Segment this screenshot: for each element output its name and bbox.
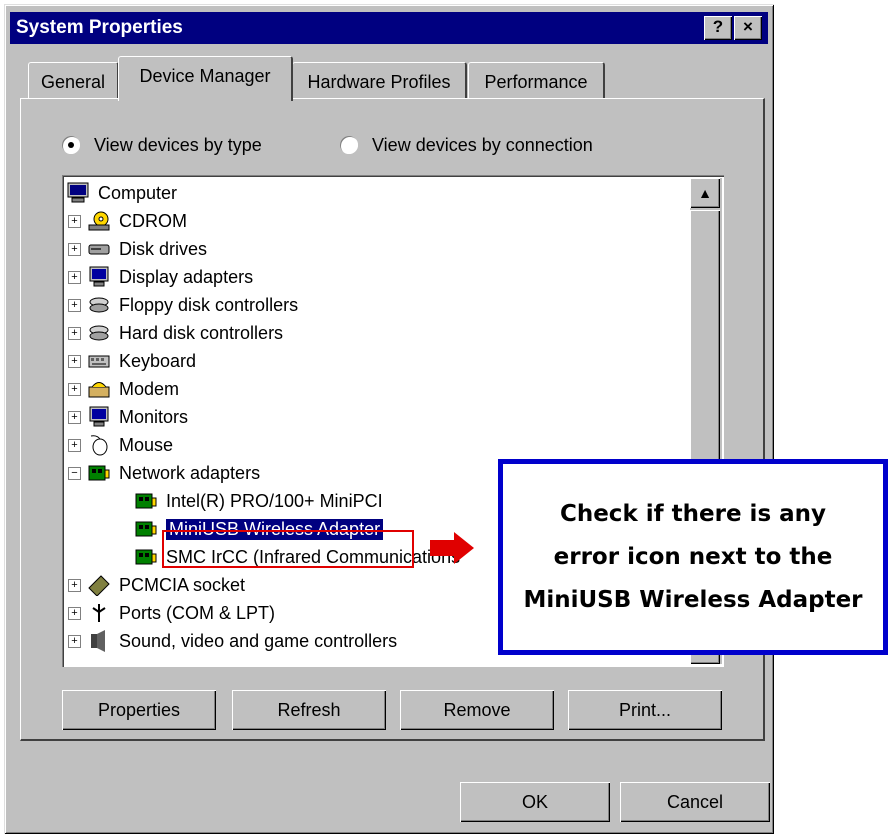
tab-general[interactable]: General [28,62,119,101]
tree-item[interactable]: + PCMCIA socket [68,571,245,599]
tree-item-label: Ports (COM & LPT) [119,602,276,623]
expand-icon[interactable]: + [68,326,81,340]
tree-item[interactable]: + Floppy disk controllers [68,291,298,319]
tree-item-label: Hard disk controllers [119,322,284,343]
modem-icon [88,382,110,398]
network-adapter-icon [88,465,110,481]
expand-icon[interactable]: + [68,242,81,256]
tree-item-label: Mouse [119,434,174,455]
view-by-type-radio[interactable]: View devices by type [62,130,262,160]
tree-item-label: PCMCIA socket [119,574,246,595]
tree-item[interactable]: + Sound, video and game controllers [68,627,397,655]
view-by-connection-label: View devices by connection [372,134,593,155]
scroll-up-icon[interactable]: ▲ [690,178,720,208]
radio-checked-icon [62,136,80,154]
expand-icon[interactable]: + [68,410,81,424]
tree-item-label: Network adapters [119,462,261,483]
tab-performance[interactable]: Performance [468,62,605,101]
tree-item[interactable]: + Monitors [68,403,188,431]
callout-line-2: error icon next to the [553,543,833,570]
tree-item-label: Monitors [119,406,189,427]
port-icon [92,604,106,622]
callout-line-1: Check if there is any [559,500,827,527]
keyboard-icon [88,355,110,368]
refresh-button[interactable]: Refresh [232,690,386,730]
tree-item[interactable]: + Disk drives [68,235,207,263]
view-by-type-label: View devices by type [94,134,262,155]
tree-item[interactable]: − Network adapters [68,459,260,487]
properties-button[interactable]: Properties [62,690,216,730]
expand-icon[interactable]: + [68,382,81,396]
callout-line-3: MiniUSB Wireless Adapter [523,586,863,613]
print-button[interactable]: Print... [568,690,722,730]
expand-icon[interactable]: + [68,298,81,312]
tab-hardware-profiles[interactable]: Hardware Profiles [292,62,467,101]
expand-icon[interactable]: + [68,438,81,452]
tree-item[interactable]: + Keyboard [68,347,196,375]
expand-icon[interactable]: + [68,270,81,284]
arrow-right-icon [430,532,474,564]
pcmcia-icon [88,575,110,596]
tree-item-label: Sound, video and game controllers [119,630,398,651]
sound-icon [91,630,105,652]
tree-item-label: Floppy disk controllers [119,294,299,315]
collapse-icon[interactable]: − [68,466,81,480]
close-button[interactable]: × [734,16,762,40]
expand-icon[interactable]: + [68,214,81,228]
mouse-icon [90,435,108,456]
tree-item[interactable]: Intel(R) PRO/100+ MiniPCI [134,487,383,515]
tree-root-label: Computer [98,182,178,203]
tab-device-manager[interactable]: Device Manager [118,56,293,101]
ok-button[interactable]: OK [460,782,610,822]
monitor-icon [89,406,109,427]
network-card-icon [135,549,157,565]
radio-unchecked-icon [340,136,358,154]
expand-icon[interactable]: + [68,606,81,620]
help-button[interactable]: ? [704,16,732,40]
display-adapter-icon [89,266,109,287]
hard-disk-controller-icon [89,325,109,341]
tree-item[interactable]: + Display adapters [68,263,253,291]
tree-item-label: Modem [119,378,180,399]
tree-item-label: CDROM [119,210,187,231]
tree-root-computer[interactable]: Computer [66,179,177,207]
remove-button[interactable]: Remove [400,690,554,730]
window-title: System Properties [16,17,183,38]
expand-icon[interactable]: + [68,634,81,648]
expand-icon[interactable]: + [68,354,81,368]
tree-item-label: Display adapters [119,266,254,287]
computer-icon [67,182,89,203]
cdrom-icon [88,211,110,231]
disk-drive-icon [88,244,110,255]
tree-item-label: Intel(R) PRO/100+ MiniPCI [166,490,383,511]
annotation-callout: Check if there is any error icon next to… [498,459,888,655]
expand-icon[interactable]: + [68,578,81,592]
view-by-connection-radio[interactable]: View devices by connection [340,130,593,160]
tree-item-label: Disk drives [119,238,208,259]
tree-item-label: Keyboard [119,350,197,371]
highlight-box [162,530,414,568]
tree-item[interactable]: + Mouse [68,431,173,459]
title-bar[interactable]: System Properties ? × [10,12,768,44]
tree-item[interactable]: + CDROM [68,207,187,235]
network-card-icon [135,521,157,537]
floppy-controller-icon [89,297,109,313]
tree-item[interactable]: + Hard disk controllers [68,319,283,347]
network-card-icon [135,493,157,509]
tree-item[interactable]: + Modem [68,375,179,403]
tree-item[interactable]: + Ports (COM & LPT) [68,599,275,627]
cancel-button[interactable]: Cancel [620,782,770,822]
